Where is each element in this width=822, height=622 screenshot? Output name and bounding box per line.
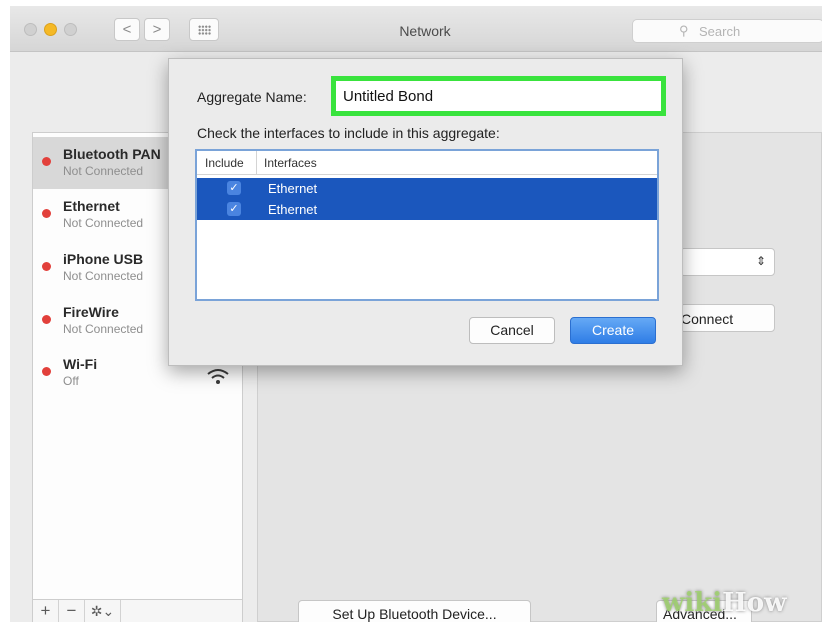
show-all-button[interactable] <box>189 18 219 41</box>
aggregate-name-input[interactable] <box>336 81 661 111</box>
cancel-label: Cancel <box>490 322 534 338</box>
watermark-part-2: How <box>722 588 787 618</box>
include-checkbox[interactable]: ✓ <box>227 202 241 216</box>
status-dot-icon <box>42 367 51 376</box>
search-placeholder: Search <box>699 24 741 39</box>
minimize-window-button[interactable] <box>44 23 57 36</box>
table-row[interactable]: ✓ Ethernet <box>197 178 657 199</box>
setup-bluetooth-button[interactable]: Set Up Bluetooth Device... <box>298 600 531 622</box>
chevron-right-icon: > <box>152 21 162 38</box>
aggregate-name-highlight <box>331 76 666 116</box>
wifi-icon <box>207 369 229 384</box>
connect-label: Connect <box>681 311 734 327</box>
service-name: Ethernet <box>63 198 120 214</box>
service-status: Not Connected <box>63 269 144 283</box>
create-button[interactable]: Create <box>570 317 656 344</box>
include-checkbox[interactable]: ✓ <box>227 181 241 195</box>
interface-name: Ethernet <box>268 181 318 196</box>
service-status: Not Connected <box>63 322 144 336</box>
wikihow-watermark: wikiHow <box>662 588 822 622</box>
configuration-popup[interactable]: ⇕ <box>680 248 775 276</box>
status-dot-icon <box>42 315 51 324</box>
status-dot-icon <box>42 262 51 271</box>
zoom-window-button[interactable] <box>64 23 77 36</box>
remove-service-button[interactable]: − <box>59 600 85 622</box>
status-dot-icon <box>42 157 51 166</box>
service-status: Not Connected <box>63 164 144 178</box>
aggregate-name-label: Aggregate Name: <box>197 89 307 105</box>
title-bar: < > Network ⚲ Search <box>10 6 822 52</box>
service-name: iPhone USB <box>63 251 144 267</box>
interface-name: Ethernet <box>268 202 318 217</box>
connect-button[interactable]: Connect <box>680 304 775 332</box>
column-header-interfaces[interactable]: Interfaces <box>257 151 657 175</box>
window-title: Network <box>399 23 451 39</box>
service-list-toolbar: + − ✲⌄ <box>33 599 242 622</box>
grid-icon <box>198 25 211 35</box>
table-row[interactable]: ✓ Ethernet <box>197 199 657 220</box>
service-name: Bluetooth PAN <box>63 146 161 162</box>
status-dot-icon <box>42 209 51 218</box>
search-icon: ⚲ <box>679 23 689 38</box>
close-window-button[interactable] <box>24 23 37 36</box>
search-field[interactable]: ⚲ Search <box>632 19 822 43</box>
chevron-left-icon: < <box>122 21 132 38</box>
aggregate-dialog: Aggregate Name: Check the interfaces to … <box>168 58 683 366</box>
service-status: Not Connected <box>63 216 144 230</box>
service-name: Wi-Fi <box>63 356 98 372</box>
watermark-part-1: wiki <box>662 588 723 618</box>
column-header-include[interactable]: Include <box>197 151 257 175</box>
service-name: FireWire <box>63 304 119 320</box>
gear-menu-button[interactable]: ✲⌄ <box>85 600 121 622</box>
updown-chevron-icon: ⇕ <box>755 254 766 268</box>
add-service-button[interactable]: + <box>33 600 59 622</box>
create-label: Create <box>591 322 635 338</box>
service-status: Off <box>63 374 79 388</box>
back-button[interactable]: < <box>114 18 140 41</box>
interfaces-instruction: Check the interfaces to include in this … <box>197 125 500 141</box>
interfaces-table: Include Interfaces ✓ Ethernet ✓ Ethernet <box>195 149 659 301</box>
forward-button[interactable]: > <box>144 18 170 41</box>
cancel-button[interactable]: Cancel <box>469 317 555 344</box>
